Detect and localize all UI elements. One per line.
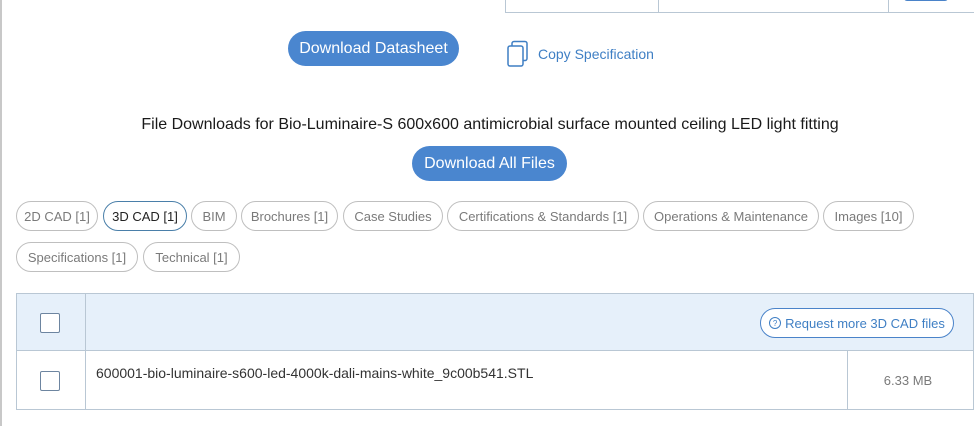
- request-more-files-button[interactable]: ? Request more 3D CAD files: [760, 308, 954, 338]
- select-all-checkbox[interactable]: [40, 313, 60, 333]
- column-divider: [85, 351, 86, 409]
- file-downloads-heading: File Downloads for Bio-Luminaire-S 600x6…: [141, 116, 839, 133]
- table-divider: [658, 0, 659, 13]
- tab-3d-cad[interactable]: 3D CAD [1]: [103, 201, 187, 231]
- help-icon: ?: [769, 317, 782, 329]
- spec-table-fragment: [505, 0, 974, 13]
- tab-brochures[interactable]: Brochures [1]: [241, 201, 338, 231]
- tab-operations-maintenance[interactable]: Operations & Maintenance: [643, 201, 819, 231]
- page-left-border: [0, 0, 2, 426]
- download-all-files-button[interactable]: Download All Files: [412, 146, 567, 181]
- table-action-button-edge[interactable]: [904, 0, 948, 1]
- tab-images[interactable]: Images [10]: [823, 201, 914, 231]
- tab-case-studies[interactable]: Case Studies: [343, 201, 443, 231]
- table-divider: [888, 0, 889, 13]
- file-name-link[interactable]: 600001-bio-luminaire-s600-led-4000k-dali…: [96, 365, 533, 381]
- tab-specifications[interactable]: Specifications [1]: [16, 242, 138, 272]
- copy-specification-link[interactable]: Copy Specification: [506, 40, 654, 68]
- tab-2d-cad[interactable]: 2D CAD [1]: [16, 201, 98, 231]
- table-row: 600001-bio-luminaire-s600-led-4000k-dali…: [16, 351, 974, 410]
- tab-certifications-standards[interactable]: Certifications & Standards [1]: [447, 201, 639, 231]
- request-more-label: Request more 3D CAD files: [785, 315, 945, 331]
- tab-technical[interactable]: Technical [1]: [143, 242, 240, 272]
- download-datasheet-button[interactable]: Download Datasheet: [288, 31, 459, 66]
- file-table: ? Request more 3D CAD files 600001-bio-l…: [16, 293, 974, 410]
- file-table-header: ? Request more 3D CAD files: [16, 293, 974, 351]
- file-select-checkbox[interactable]: [40, 371, 60, 391]
- column-divider: [85, 294, 86, 351]
- tab-bim[interactable]: BIM: [191, 201, 237, 231]
- copy-icon: [507, 40, 528, 67]
- copy-specification-label: Copy Specification: [538, 46, 654, 62]
- file-size: 6.33 MB: [883, 373, 933, 388]
